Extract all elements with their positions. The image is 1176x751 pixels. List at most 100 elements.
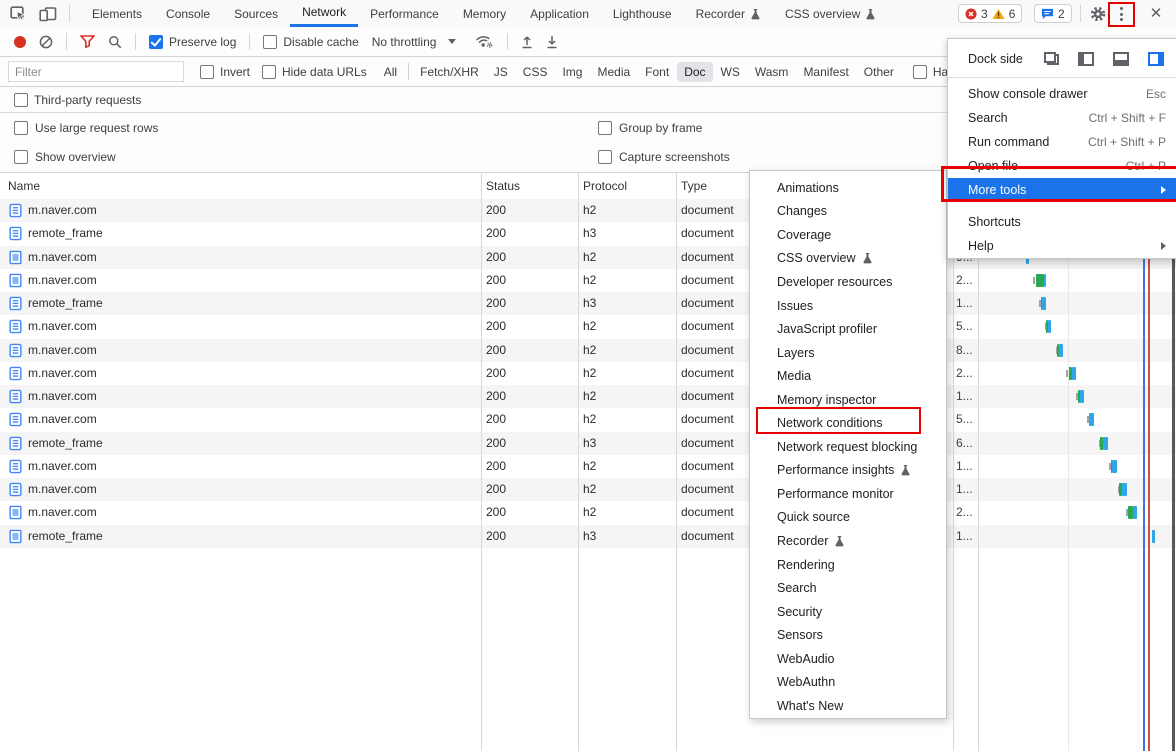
table-row[interactable]: remote_frame 200 h3 document 1... xyxy=(0,524,1176,548)
submenu-item-coverage[interactable]: Coverage xyxy=(750,223,946,247)
table-row[interactable]: m.naver.com 200 h2 document 1... xyxy=(0,478,1176,502)
preserve-log-checkbox[interactable] xyxy=(149,34,163,49)
filter-input[interactable] xyxy=(8,61,184,82)
dock-left-button[interactable] xyxy=(1078,51,1094,66)
tab-application[interactable]: Application xyxy=(518,0,601,27)
invert-checkbox[interactable] xyxy=(200,64,214,79)
use-large-request-rows-checkbox[interactable] xyxy=(14,121,28,135)
submenu-item-developer-resources[interactable]: Developer resources xyxy=(750,270,946,294)
table-row[interactable]: remote_frame 200 h3 document 6... xyxy=(0,431,1176,455)
network-conditions-icon[interactable] xyxy=(475,34,494,49)
tab-performance[interactable]: Performance xyxy=(358,0,451,27)
tab-network[interactable]: Network xyxy=(290,0,359,27)
submenu-item-css-overview[interactable]: CSS overview xyxy=(750,247,946,271)
column-divider[interactable] xyxy=(978,173,979,751)
has-blocked-cookies-checkbox[interactable] xyxy=(912,64,927,79)
menu-item-help[interactable]: Help xyxy=(948,234,1176,258)
table-row[interactable]: m.naver.com 200 h2 document 5... xyxy=(0,408,1176,431)
device-toolbar-icon[interactable] xyxy=(39,6,57,22)
submenu-item-changes[interactable]: Changes xyxy=(750,200,946,224)
submenu-item-search[interactable]: Search xyxy=(750,576,946,600)
import-har-icon[interactable] xyxy=(521,35,533,49)
table-row[interactable]: m.naver.com 200 h2 document 1... xyxy=(0,455,1176,478)
column-divider[interactable] xyxy=(953,173,954,751)
table-row[interactable]: m.naver.com 200 h2 document 2... xyxy=(0,269,1176,292)
filter-chip-manifest[interactable]: Manifest xyxy=(796,62,855,82)
submenu-item-rendering[interactable]: Rendering xyxy=(750,553,946,577)
record-network-log-button[interactable] xyxy=(14,35,26,48)
submenu-item-what-s-new[interactable]: What's New xyxy=(750,694,946,718)
column-divider[interactable] xyxy=(481,173,482,751)
capture-screenshots-label: Capture screenshots xyxy=(619,150,730,164)
filter-chip-doc[interactable]: Doc xyxy=(677,61,713,82)
filter-chip-font[interactable]: Font xyxy=(638,62,676,82)
tab-elements[interactable]: Elements xyxy=(80,0,154,27)
dock-bottom-button[interactable] xyxy=(1113,51,1129,66)
submenu-item-sensors[interactable]: Sensors xyxy=(750,623,946,647)
filter-chip-fetch-xhr[interactable]: Fetch/XHR xyxy=(413,62,486,82)
submenu-item-webaudio[interactable]: WebAudio xyxy=(750,647,946,671)
filter-funnel-icon[interactable] xyxy=(80,35,95,48)
column-header-protocol[interactable]: Protocol xyxy=(583,173,627,199)
inspect-element-icon[interactable] xyxy=(10,5,27,22)
table-row[interactable]: m.naver.com 200 h2 document 2... xyxy=(0,501,1176,524)
undock-button[interactable] xyxy=(1044,52,1059,65)
column-header-name[interactable]: Name xyxy=(8,173,40,199)
table-row[interactable]: m.naver.com 200 h2 document 5... xyxy=(0,315,1176,338)
filter-chip-ws[interactable]: WS xyxy=(714,62,747,82)
disable-cache-checkbox[interactable] xyxy=(263,34,278,49)
tab-lighthouse[interactable]: Lighthouse xyxy=(601,0,684,27)
submenu-item-security[interactable]: Security xyxy=(750,600,946,624)
submenu-item-javascript-profiler[interactable]: JavaScript profiler xyxy=(750,317,946,341)
dock-right-button[interactable] xyxy=(1148,51,1164,66)
filter-chip-other[interactable]: Other xyxy=(857,62,901,82)
table-row[interactable]: m.naver.com 200 h2 document 2... xyxy=(0,362,1176,385)
submenu-item-issues[interactable]: Issues xyxy=(750,294,946,318)
export-har-icon[interactable] xyxy=(546,35,558,49)
menu-item-run-command[interactable]: Run command Ctrl + Shift + P xyxy=(948,130,1176,154)
submenu-item-media[interactable]: Media xyxy=(750,364,946,388)
group-by-frame-checkbox[interactable] xyxy=(598,121,612,135)
column-header-status[interactable]: Status xyxy=(486,173,520,199)
submenu-item-animations[interactable]: Animations xyxy=(750,176,946,200)
search-icon[interactable] xyxy=(108,35,122,49)
clear-network-log-icon[interactable] xyxy=(39,35,53,49)
column-divider[interactable] xyxy=(676,173,677,751)
tab-memory[interactable]: Memory xyxy=(451,0,518,27)
menu-item-search[interactable]: Search Ctrl + Shift + F xyxy=(948,106,1176,130)
hide-data-urls-checkbox[interactable] xyxy=(262,64,277,79)
show-overview-checkbox[interactable] xyxy=(14,150,28,164)
tab-console[interactable]: Console xyxy=(154,0,222,27)
tab-css-overview[interactable]: CSS overview xyxy=(773,0,888,27)
close-devtools-icon[interactable]: ✕ xyxy=(1145,3,1167,25)
menu-item-shortcuts[interactable]: Shortcuts xyxy=(948,210,1176,234)
submenu-item-performance-insights[interactable]: Performance insights xyxy=(750,459,946,483)
submenu-item-webauthn[interactable]: WebAuthn xyxy=(750,670,946,694)
capture-screenshots-checkbox[interactable] xyxy=(598,150,612,164)
filter-chip-media[interactable]: Media xyxy=(590,62,637,82)
submenu-item-recorder[interactable]: Recorder xyxy=(750,529,946,553)
column-divider[interactable] xyxy=(578,173,579,751)
filter-chip-img[interactable]: Img xyxy=(555,62,589,82)
submenu-item-quick-source[interactable]: Quick source xyxy=(750,506,946,530)
messages-badge[interactable]: 2 xyxy=(1034,4,1072,23)
third-party-requests-checkbox[interactable] xyxy=(14,92,28,107)
tab-sources[interactable]: Sources xyxy=(222,0,290,27)
table-row[interactable]: remote_frame 200 h3 document 1... xyxy=(0,292,1176,316)
submenu-item-layers[interactable]: Layers xyxy=(750,341,946,365)
table-row[interactable]: m.naver.com 200 h2 document 8... xyxy=(0,338,1176,362)
submenu-item-performance-monitor[interactable]: Performance monitor xyxy=(750,482,946,506)
submenu-item-label: WebAudio xyxy=(777,651,835,666)
filter-chip-js[interactable]: JS xyxy=(487,62,515,82)
settings-gear-icon[interactable] xyxy=(1087,3,1109,25)
menu-item-show-console-drawer[interactable]: Show console drawer Esc xyxy=(948,82,1176,106)
filter-chip-all[interactable]: All xyxy=(377,62,404,82)
submenu-item-network-request-blocking[interactable]: Network request blocking xyxy=(750,435,946,459)
column-header-type[interactable]: Type xyxy=(681,173,707,199)
filter-chip-wasm[interactable]: Wasm xyxy=(748,62,796,82)
filter-chip-css[interactable]: CSS xyxy=(516,62,555,82)
table-row[interactable]: m.naver.com 200 h2 document 1... xyxy=(0,385,1176,409)
tab-recorder[interactable]: Recorder xyxy=(684,0,773,27)
throttling-dropdown[interactable]: No throttling xyxy=(372,35,457,49)
issues-badge[interactable]: 3 6 xyxy=(958,4,1023,23)
